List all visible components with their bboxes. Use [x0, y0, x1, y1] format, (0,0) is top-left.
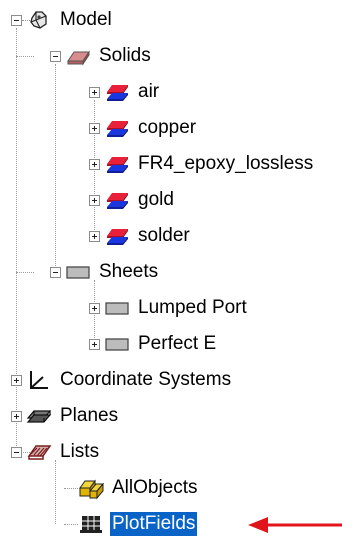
- expand-toggle[interactable]: [89, 302, 100, 314]
- tree-item-lumped-port[interactable]: Lumped Port: [89, 290, 249, 326]
- expand-toggle[interactable]: [89, 338, 100, 350]
- collapse-toggle[interactable]: [11, 446, 22, 458]
- tree-item-fr4-epoxy-lossless[interactable]: FR4_epoxy_lossless: [89, 146, 315, 182]
- tree-item-plotfields[interactable]: PlotFields: [78, 506, 198, 542]
- tree-item-allobjects[interactable]: AllObjects: [78, 470, 200, 506]
- tree-item-label: Lumped Port: [138, 297, 247, 318]
- collapse-toggle[interactable]: [50, 50, 61, 62]
- expand-toggle[interactable]: [11, 374, 22, 386]
- tree-item-coordinate-systems[interactable]: Coordinate Systems: [11, 362, 233, 398]
- tree-connector: [64, 524, 78, 525]
- solid-material-icon: [104, 224, 130, 248]
- plot-fields-icon: [78, 512, 104, 536]
- tree-connector: [64, 488, 78, 489]
- collapse-toggle[interactable]: [11, 14, 22, 26]
- tree-item-planes[interactable]: Planes: [11, 398, 120, 434]
- tree-item-label: Lists: [60, 441, 100, 462]
- collapse-toggle[interactable]: [50, 266, 61, 278]
- tree-item-copper[interactable]: copper: [89, 110, 198, 146]
- tree-item-label: Model: [60, 9, 112, 30]
- expand-toggle[interactable]: [89, 194, 100, 206]
- tree-item-perfect-e[interactable]: Perfect E: [89, 326, 218, 362]
- lists-icon: [26, 440, 52, 464]
- tree-item-solids[interactable]: Solids: [50, 38, 153, 74]
- tree-connector: [55, 64, 56, 272]
- solid-material-icon: [104, 80, 130, 104]
- solid-material-icon: [104, 188, 130, 212]
- tree-item-label: gold: [138, 189, 174, 210]
- solid-box-icon: [65, 44, 91, 68]
- tree-item-solder[interactable]: solder: [89, 218, 192, 254]
- tree-item-label: Sheets: [99, 261, 159, 282]
- tree-item-sheets[interactable]: Sheets: [50, 254, 160, 290]
- all-objects-icon: [78, 476, 104, 500]
- expand-toggle[interactable]: [11, 410, 22, 422]
- tree-item-label: air: [138, 81, 160, 102]
- annotation-arrow-icon: [248, 517, 342, 533]
- tree-connector: [16, 56, 34, 57]
- sheet-icon: [65, 260, 91, 284]
- tree-item-label: copper: [138, 117, 197, 138]
- solid-material-icon: [104, 152, 130, 176]
- expand-toggle[interactable]: [89, 86, 100, 98]
- tree-item-lists[interactable]: Lists: [11, 434, 101, 470]
- expand-toggle[interactable]: [89, 230, 100, 242]
- tree-item-label: Coordinate Systems: [60, 369, 232, 390]
- sheet-icon: [104, 332, 130, 356]
- tree-item-label: Planes: [60, 405, 119, 426]
- tree-item-air[interactable]: air: [89, 74, 161, 110]
- tree-item-label: Solids: [99, 45, 151, 66]
- solid-material-icon: [104, 116, 130, 140]
- tree-item-gold[interactable]: gold: [89, 182, 176, 218]
- tree-item-label: PlotFields: [110, 512, 198, 536]
- expand-toggle[interactable]: [89, 158, 100, 170]
- tree-connector: [16, 272, 34, 273]
- tree-item-model[interactable]: Model: [11, 2, 114, 38]
- tree-item-label: solder: [138, 225, 190, 246]
- tree-item-label: AllObjects: [112, 477, 198, 498]
- tree-item-label: FR4_epoxy_lossless: [138, 153, 314, 174]
- model-tree: Model Solids air copper FR4_epoxy_lossle…: [0, 0, 357, 541]
- expand-toggle[interactable]: [89, 122, 100, 134]
- tree-item-label: Perfect E: [138, 333, 217, 354]
- coordinate-axes-icon: [26, 368, 52, 392]
- model-icon: [26, 8, 52, 32]
- planes-icon: [26, 404, 52, 428]
- sheet-icon: [104, 296, 130, 320]
